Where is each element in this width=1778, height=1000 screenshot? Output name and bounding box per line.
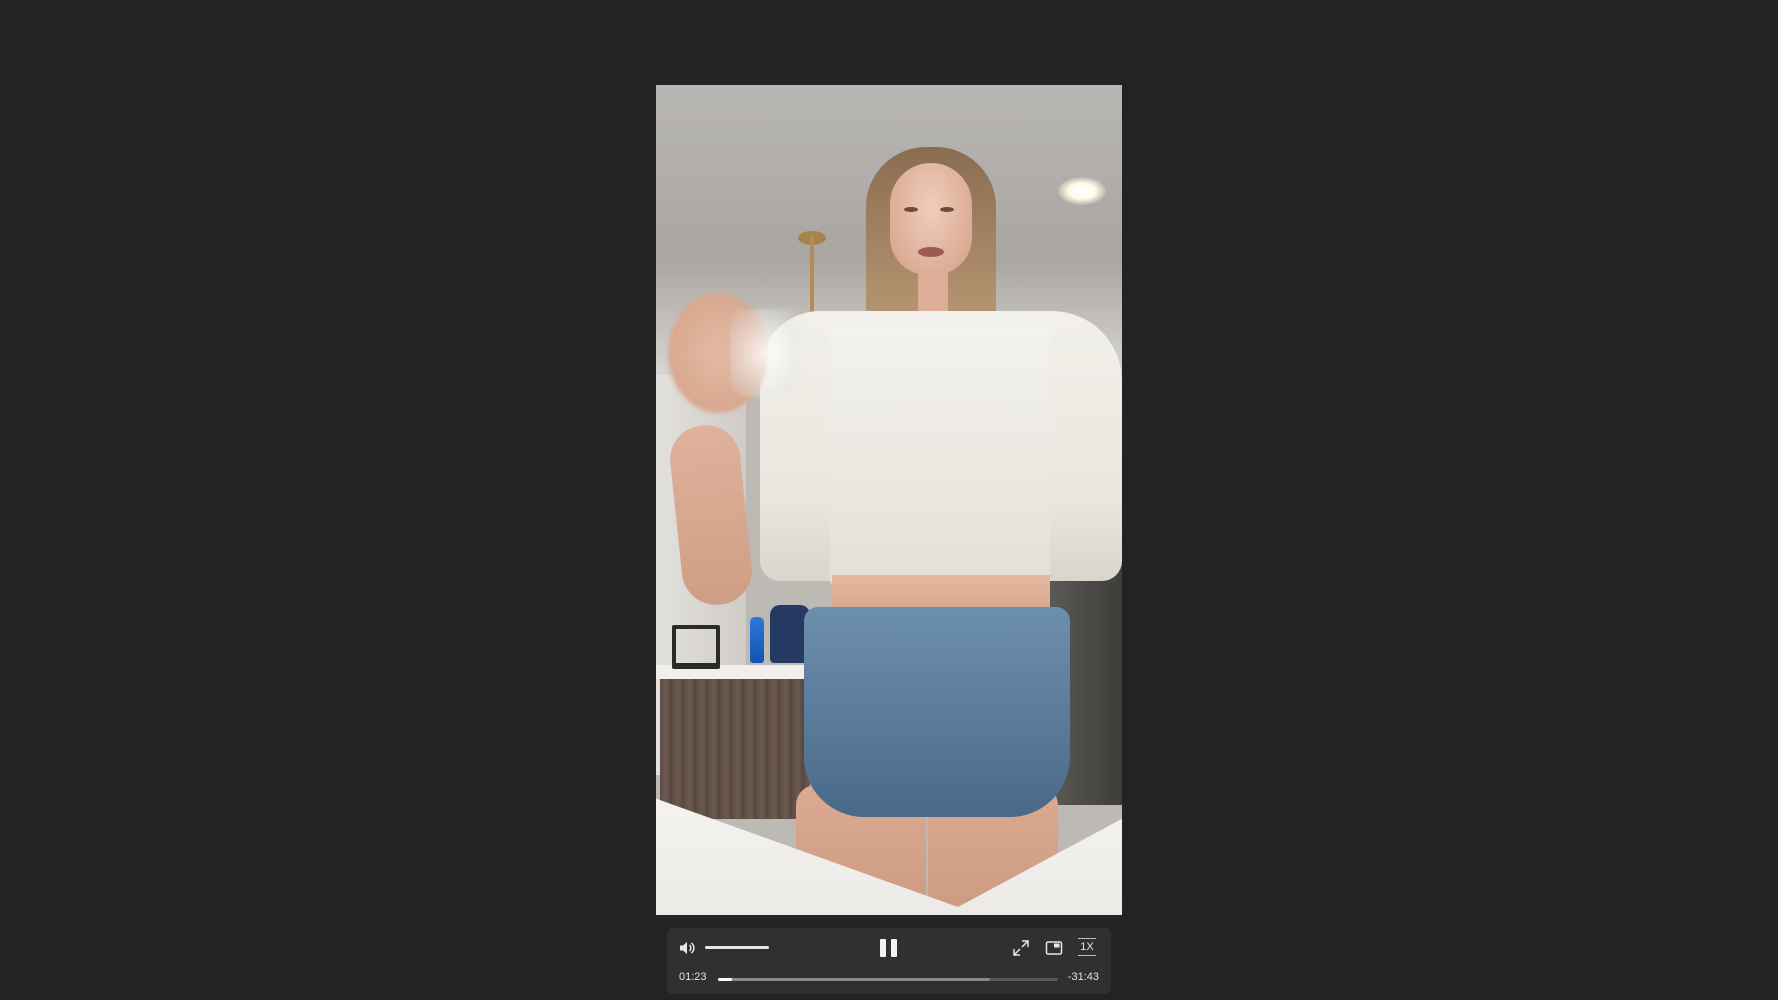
speed-icon-line	[1078, 938, 1096, 939]
person-face	[890, 163, 972, 275]
speed-label: 1X	[1080, 941, 1094, 953]
player-controls: 1X 01:23 -31:43	[667, 928, 1111, 994]
player-page: 1X 01:23 -31:43	[0, 0, 1778, 1000]
scene-ceiling-light	[1058, 177, 1106, 205]
speaker-icon[interactable]	[677, 938, 697, 958]
person-eye	[904, 207, 918, 212]
speed-button[interactable]: 1X	[1076, 936, 1098, 958]
played-range	[718, 978, 732, 981]
pause-icon	[880, 939, 886, 957]
speed-icon-line	[1078, 955, 1096, 956]
seek-bar[interactable]	[718, 978, 1058, 981]
remaining-time: -31:43	[1067, 971, 1099, 983]
person-mouth	[918, 247, 944, 257]
pause-button[interactable]	[877, 936, 901, 960]
person-shirt-body	[830, 325, 1050, 587]
scene-cabinet	[660, 679, 810, 819]
current-time: 01:23	[679, 971, 707, 983]
scene-chair	[672, 625, 720, 669]
volume-slider[interactable]	[705, 946, 769, 949]
picture-in-picture-icon[interactable]	[1044, 938, 1064, 958]
scene-bottle	[750, 617, 764, 663]
video-frame[interactable]	[656, 85, 1122, 915]
pause-icon	[891, 939, 897, 957]
drinking-glass	[730, 309, 800, 397]
expand-icon[interactable]	[1011, 938, 1031, 958]
person-eye	[940, 207, 954, 212]
buffered-range	[718, 978, 990, 981]
person-shorts	[804, 607, 1070, 817]
